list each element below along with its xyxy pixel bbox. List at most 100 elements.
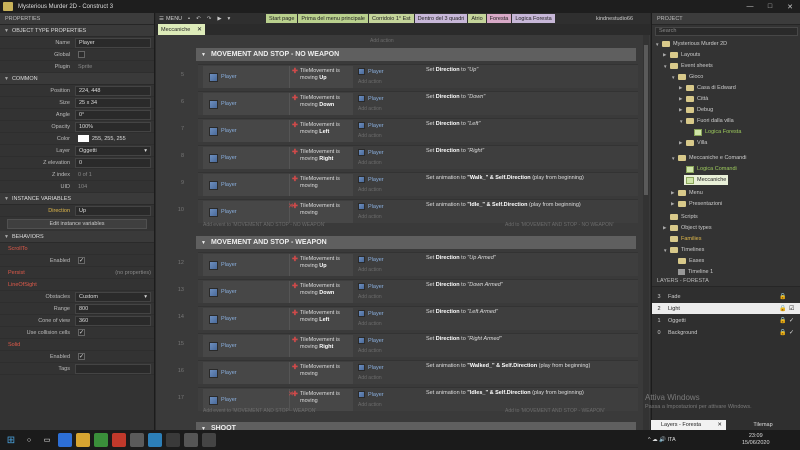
- close-tab-icon[interactable]: ✕: [717, 422, 722, 428]
- event-condition[interactable]: Player ✚ TileMovement is moving Left: [203, 120, 353, 142]
- condition-object[interactable]: Player: [204, 121, 289, 141]
- tab-tilemap[interactable]: Tilemap: [726, 420, 800, 430]
- add-action-link[interactable]: Add action: [358, 133, 382, 139]
- condition-text[interactable]: ✚ TileMovement is moving: [292, 364, 352, 382]
- event-row[interactable]: Player ✚ TileMovement is moving Left Player…: [198, 306, 638, 330]
- tab-foresta[interactable]: Foresta: [486, 14, 512, 23]
- event-condition[interactable]: Player ✚ TileMovement is moving: [203, 174, 353, 196]
- condition-text[interactable]: ✕ ✚ TileMovement is moving: [288, 203, 352, 221]
- event-row[interactable]: Player ✚ TileMovement is moving Right Playe…: [198, 333, 638, 357]
- event-action[interactable]: Player Set Direction to "Up Armed" Add ac…: [356, 254, 638, 276]
- event-row[interactable]: Player ✕ ✚ TileMovement is moving Player Set…: [198, 199, 638, 223]
- app-icon[interactable]: [166, 433, 180, 447]
- close-tab-icon[interactable]: ✕: [197, 26, 202, 33]
- layer-row-oggetti[interactable]: 1 Oggetti 🔒 ✓: [652, 315, 800, 326]
- condition-text[interactable]: ✕ ✚ TileMovement is moving: [288, 391, 352, 409]
- condition-object[interactable]: Player: [204, 94, 289, 114]
- condition-object[interactable]: Player: [204, 390, 289, 410]
- angle-field[interactable]: 0°: [75, 109, 151, 120]
- add-action-link[interactable]: Add action: [358, 267, 382, 273]
- condition-object[interactable]: Player: [204, 148, 289, 168]
- behavior-scrollto[interactable]: ScrollTo: [0, 243, 154, 255]
- add-to-group-link[interactable]: Add to 'MOVEMENT AND STOP - WEAPON': [505, 408, 605, 414]
- tab-meccaniche[interactable]: Meccaniche ✕: [158, 24, 205, 35]
- color-swatch[interactable]: [78, 135, 89, 142]
- app-icon[interactable]: [94, 433, 108, 447]
- add-action-link[interactable]: Add action: [370, 38, 394, 44]
- global-checkbox[interactable]: [78, 51, 85, 58]
- event-condition[interactable]: Player ✚ TileMovement is moving Right: [203, 335, 353, 357]
- close-window-button[interactable]: ✕: [780, 0, 800, 13]
- tab-dentro-quadri[interactable]: Dentro del 3 quadri: [414, 14, 468, 23]
- event-row[interactable]: Player ✚ TileMovement is moving Up Player Se…: [198, 64, 638, 88]
- collapse-icon[interactable]: ▼: [201, 240, 206, 246]
- tags-field[interactable]: [75, 363, 151, 374]
- tree-fuori[interactable]: ▼ Fuori dalla villa: [679, 116, 734, 126]
- tab-atrio[interactable]: Atrio: [468, 14, 486, 23]
- condition-text[interactable]: ✚ TileMovement is moving Down: [292, 95, 352, 113]
- behavior-solid[interactable]: Solid: [0, 339, 154, 351]
- add-to-group-link[interactable]: Add to 'MOVEMENT AND STOP - NO WEAPON': [505, 222, 614, 228]
- windows-start-icon[interactable]: ⊞: [4, 433, 18, 447]
- tree-object-types[interactable]: ▶ Object types: [663, 223, 712, 233]
- layer-select[interactable]: Oggetti ▾: [75, 145, 151, 156]
- app-icon[interactable]: [130, 433, 144, 447]
- action-object[interactable]: Player: [358, 94, 384, 103]
- tree-debug[interactable]: ▶ Debug: [679, 105, 713, 115]
- event-condition[interactable]: Player ✚ TileMovement is moving Down: [203, 281, 353, 303]
- event-row[interactable]: Player ✚ TileMovement is moving Right Playe…: [198, 145, 638, 169]
- action-object[interactable]: Player: [358, 309, 384, 318]
- condition-object[interactable]: Player: [204, 309, 289, 329]
- event-condition[interactable]: Player ✚ TileMovement is moving Left: [203, 308, 353, 330]
- tree-citta[interactable]: ▶ Città: [679, 94, 708, 104]
- name-field[interactable]: Player: [75, 37, 151, 48]
- event-row[interactable]: Player ✚ TileMovement is moving Player Set …: [198, 172, 638, 196]
- action-text[interactable]: Set Direction to "Up Armed": [426, 255, 496, 264]
- preview-dropdown[interactable]: ▾: [225, 14, 234, 23]
- layer-row-light[interactable]: 2 Light 🔒 ☑: [652, 303, 800, 314]
- system-tray[interactable]: ^ ☁ 🔊 ITA: [648, 430, 676, 450]
- condition-object[interactable]: Player: [204, 202, 289, 222]
- maximize-button[interactable]: □: [760, 0, 780, 13]
- user-account[interactable]: kindnestudio66: [596, 13, 633, 24]
- construct-taskbar-icon[interactable]: [148, 433, 162, 447]
- condition-text[interactable]: ✚ TileMovement is moving Up: [292, 256, 352, 274]
- tab-start-page[interactable]: Start page: [266, 14, 298, 23]
- opacity-field[interactable]: 100%: [75, 121, 151, 132]
- add-action-link[interactable]: Add action: [358, 294, 382, 300]
- condition-text[interactable]: ✚ TileMovement is moving Right: [292, 149, 352, 167]
- tree-gioco[interactable]: ▼ Gioco: [671, 72, 703, 82]
- event-action[interactable]: Player Set Direction to "Right Armed" Add…: [356, 335, 638, 357]
- event-action[interactable]: Player Set animation to "Walk_" & Self.Di…: [356, 174, 638, 196]
- action-object[interactable]: Player: [358, 336, 384, 345]
- event-action[interactable]: Player Set Direction to "Down Armed" Add …: [356, 281, 638, 303]
- action-text[interactable]: Set Direction to "Right Armed": [426, 336, 502, 345]
- save-button[interactable]: ▪: [185, 14, 193, 23]
- action-object[interactable]: Player: [358, 282, 384, 291]
- size-field[interactable]: 25 x 34: [75, 97, 151, 108]
- event-group-weapon[interactable]: ▼ MOVEMENT AND STOP - WEAPON: [196, 236, 636, 249]
- lock-icon[interactable]: 🔒: [779, 329, 786, 336]
- edit-instance-variables-button[interactable]: Edit instance variables: [7, 219, 147, 229]
- action-text[interactable]: Set animation to "Idle_" & Self.Directio…: [426, 202, 581, 211]
- tree-families[interactable]: Families: [663, 234, 701, 244]
- task-view-icon[interactable]: ▭: [40, 433, 54, 447]
- event-action[interactable]: Player Set Direction to "Right" Add actio…: [356, 147, 638, 169]
- action-text[interactable]: Set Direction to "Left Armed": [426, 309, 498, 318]
- tree-logica-comandi[interactable]: Logica Comandi: [686, 164, 737, 174]
- condition-text[interactable]: ✚ TileMovement is moving Left: [292, 310, 352, 328]
- direction-field[interactable]: Up: [75, 205, 151, 216]
- add-action-link[interactable]: Add action: [358, 348, 382, 354]
- action-object[interactable]: Player: [358, 363, 384, 372]
- event-row[interactable]: Player ✚ TileMovement is moving Left Player…: [198, 118, 638, 142]
- add-action-link[interactable]: Add action: [358, 106, 382, 112]
- minimize-button[interactable]: —: [740, 0, 760, 13]
- action-text[interactable]: Set Direction to "Down": [426, 94, 485, 103]
- condition-text[interactable]: ✚ TileMovement is moving Up: [292, 68, 352, 86]
- tree-presentazioni[interactable]: ▶ Presentazioni: [671, 199, 722, 209]
- tree-eases[interactable]: Eases: [671, 256, 704, 266]
- app-icon[interactable]: [184, 433, 198, 447]
- tree-root[interactable]: ▼ Mysterious Murder 2D: [655, 39, 727, 49]
- action-object[interactable]: Player: [358, 148, 384, 157]
- browser-icon[interactable]: [58, 433, 72, 447]
